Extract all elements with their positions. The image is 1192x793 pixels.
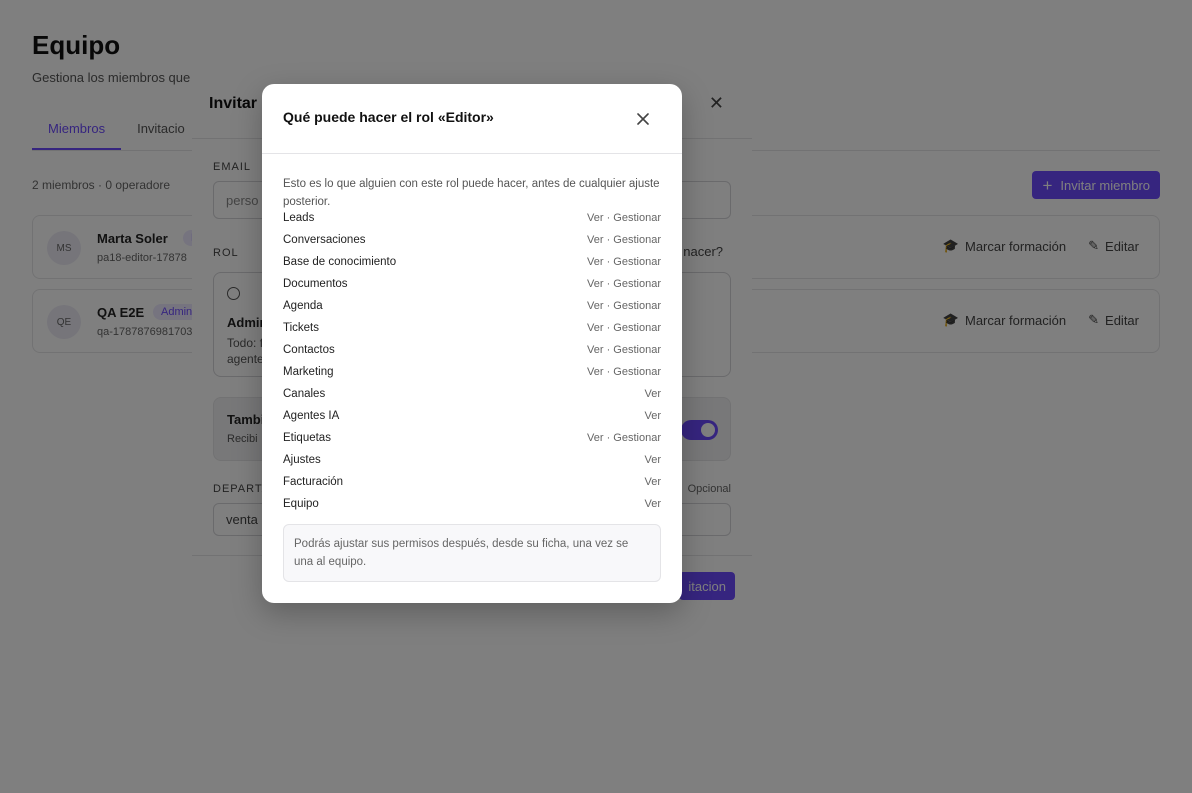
permission-value: Ver · Gestionar: [587, 234, 661, 246]
permission-value: Ver: [644, 388, 661, 400]
permission-name: Ajustes: [283, 454, 321, 466]
permission-name: Facturación: [283, 476, 344, 488]
permission-value: Ver · Gestionar: [587, 256, 661, 268]
permission-value: Ver: [644, 454, 661, 466]
role-modal-title: Qué puede hacer el rol «Editor»: [283, 109, 494, 125]
permission-value: Ver · Gestionar: [587, 366, 661, 378]
role-note: Podrás ajustar sus permisos después, des…: [283, 524, 661, 582]
permission-name: Contactos: [283, 344, 335, 356]
permission-name: Agenda: [283, 300, 323, 312]
role-permissions-modal: Qué puede hacer el rol «Editor» Esto es …: [262, 84, 682, 603]
permission-row: Leads Ver · Gestionar: [283, 207, 661, 229]
permission-row: Contactos Ver · Gestionar: [283, 339, 661, 361]
permission-value: Ver: [644, 498, 661, 510]
permission-name: Etiquetas: [283, 432, 331, 444]
role-modal-header: Qué puede hacer el rol «Editor»: [262, 84, 682, 154]
permission-row: Ajustes Ver: [283, 449, 661, 471]
permission-value: Ver · Gestionar: [587, 212, 661, 224]
permission-row: Conversaciones Ver · Gestionar: [283, 229, 661, 251]
permission-row: Etiquetas Ver · Gestionar: [283, 427, 661, 449]
permission-name: Agentes IA: [283, 410, 340, 422]
permission-value: Ver · Gestionar: [587, 432, 661, 444]
permission-value: Ver · Gestionar: [587, 322, 661, 334]
permission-row: Facturación Ver: [283, 471, 661, 493]
role-intro: Esto es lo que alguien con este rol pued…: [283, 178, 660, 208]
permission-name: Conversaciones: [283, 234, 366, 246]
permission-name: Equipo: [283, 498, 319, 510]
permission-name: Leads: [283, 212, 315, 224]
permission-row: Agenda Ver · Gestionar: [283, 295, 661, 317]
permission-list: Leads Ver · Gestionar Conversaciones Ver · …: [283, 207, 661, 515]
permission-row: Documentos Ver · Gestionar: [283, 273, 661, 295]
permission-row: Canales Ver: [283, 383, 661, 405]
permission-value: Ver · Gestionar: [587, 278, 661, 290]
permission-row: Marketing Ver · Gestionar: [283, 361, 661, 383]
permission-name: Marketing: [283, 366, 334, 378]
permission-value: Ver · Gestionar: [587, 300, 661, 312]
close-button[interactable]: [634, 110, 652, 128]
permission-row: Agentes IA Ver: [283, 405, 661, 427]
permission-name: Canales: [283, 388, 326, 400]
permission-row: Tickets Ver · Gestionar: [283, 317, 661, 339]
close-icon: [637, 113, 649, 125]
permission-name: Base de conocimiento: [283, 256, 397, 268]
permission-name: Documentos: [283, 278, 348, 290]
permission-name: Tickets: [283, 322, 319, 334]
permission-value: Ver · Gestionar: [587, 344, 661, 356]
permission-value: Ver: [644, 410, 661, 422]
permission-row: Base de conocimiento Ver · Gestionar: [283, 251, 661, 273]
permission-row: Equipo Ver: [283, 493, 661, 515]
permission-value: Ver: [644, 476, 661, 488]
